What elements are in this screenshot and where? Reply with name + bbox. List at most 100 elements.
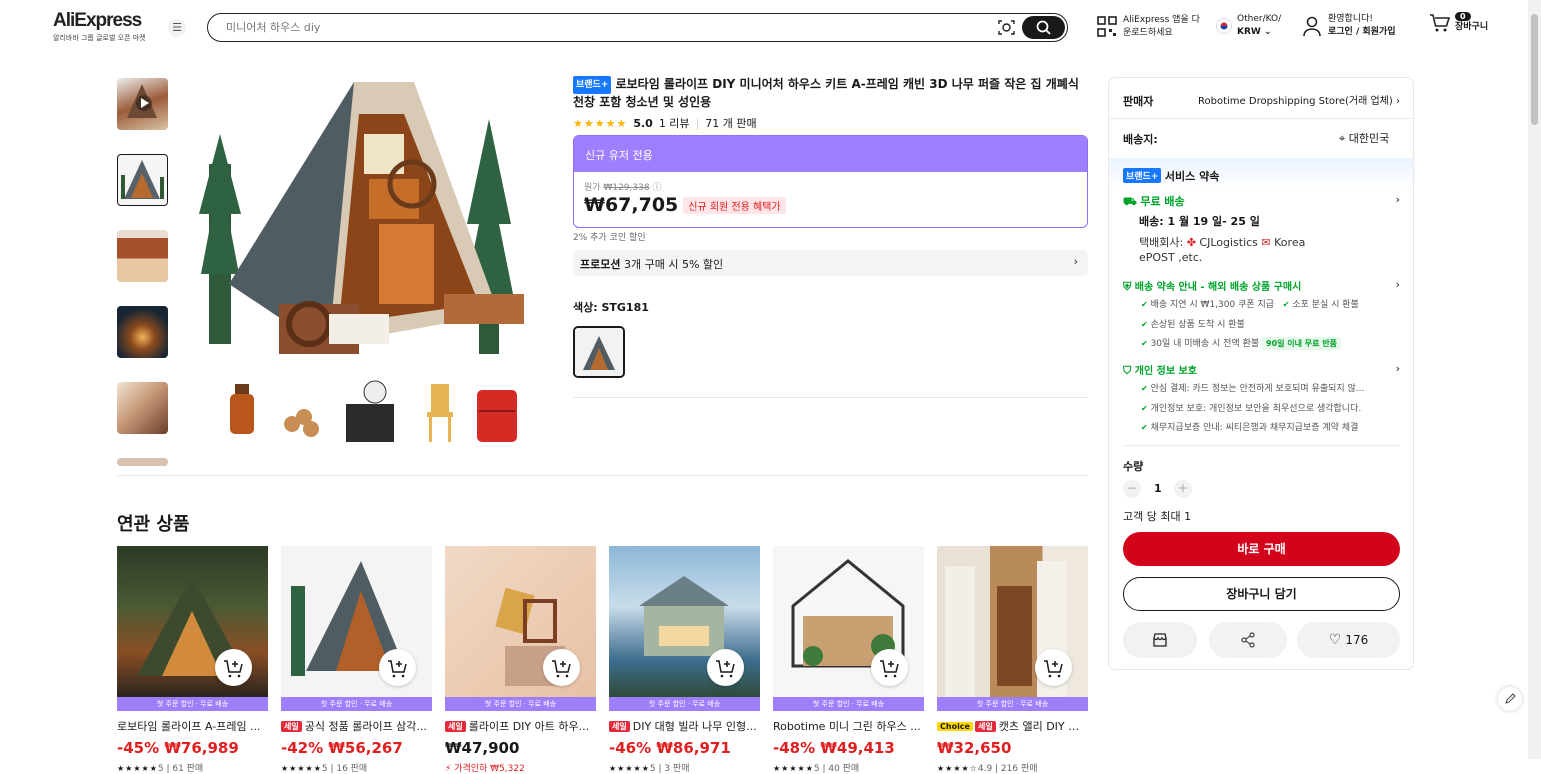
related-heading: 연관 상품 <box>117 514 190 535</box>
promo-strip: 첫 주문 할인 · 무료 배송 <box>937 697 1088 711</box>
card-price: ₩47,900 <box>445 739 520 757</box>
coin-discount: 2% 추가 코인 할인 <box>573 233 646 243</box>
search-input[interactable] <box>226 19 946 36</box>
add-to-cart-icon[interactable] <box>1035 649 1072 686</box>
product-image <box>117 546 268 697</box>
card-title[interactable]: Robotime 미니 그린 하우스 ... <box>773 718 924 734</box>
gallery-thumb-4[interactable] <box>117 306 168 358</box>
current-price: ₩67,705 <box>584 194 679 216</box>
seller-link[interactable]: Robotime Dropshipping Store(거래 업체) › <box>1184 92 1400 107</box>
promotion-row[interactable]: 프로모션 3개 구매 시 5% 할인 › <box>573 250 1088 276</box>
gallery-thumb-video[interactable] <box>117 78 168 130</box>
promise-title: 배송 약속 안내 - 해외 배송 상품 구매시 <box>1134 282 1302 293</box>
gallery-thumb-5[interactable] <box>117 382 168 434</box>
main-product-image[interactable] <box>199 74 539 452</box>
aliexpress-logo[interactable]: AliExpress 알리바바 그룹 글로벌 오픈 마켓 <box>53 10 146 43</box>
edit-icon[interactable] <box>1498 687 1522 711</box>
card-title[interactable]: 공식 정품 롤라이프 삼각... <box>305 720 427 733</box>
promo-strip: 첫 주문 할인 · 무료 배송 <box>281 697 432 711</box>
rating-stars-icon: ★★★★★ <box>573 116 628 130</box>
app-download[interactable]: AliExpress 앱을 다운로드하세요 <box>1097 14 1200 40</box>
logo-text: AliExpress <box>53 10 142 31</box>
qty-decrease-button[interactable]: − <box>1123 480 1141 498</box>
qty-increase-button[interactable]: + <box>1174 480 1192 498</box>
login-link[interactable]: 로그인 / 회원가입 <box>1328 26 1396 39</box>
ship-destination[interactable]: ⌖ 대한민국 <box>1339 130 1389 146</box>
cart-button[interactable]: 0 장바구니 <box>1429 12 1488 34</box>
color-label: 색상: STG181 <box>573 301 649 314</box>
info-icon[interactable]: ⓘ <box>652 183 661 193</box>
gallery-thumb-selected[interactable] <box>117 154 168 206</box>
chevron-right-icon: › <box>1395 362 1400 375</box>
new-member-badge: 신규 회원 전용 혜택가 <box>683 196 786 214</box>
card-meta: 4.9 | 216 판매 <box>977 764 1038 774</box>
related-card[interactable]: 첫 주문 할인 · 무료 배송 세일 DIY 대형 빌라 나무 인형... -46… <box>609 546 760 774</box>
qty-label: 수량 <box>1123 460 1144 473</box>
account-menu[interactable]: 환영합니다! 로그인 / 회원가입 <box>1302 13 1396 39</box>
buy-now-button[interactable]: 바로 구매 <box>1123 532 1400 566</box>
privacy-row[interactable]: ⛉ 개인 정보 보호 › <box>1123 362 1400 378</box>
add-to-cart-icon[interactable] <box>543 649 580 686</box>
card-price: ₩76,989 <box>164 739 239 757</box>
qty-limit: 고객 당 최대 1 <box>1123 510 1192 523</box>
sale-badge: 세일 <box>974 721 996 732</box>
promise-3: 손상된 상품 도착 시 환불 <box>1150 320 1245 330</box>
heart-icon: ♡ <box>1328 632 1342 648</box>
scrollbar-thumb[interactable] <box>1531 14 1538 125</box>
check-icon: ✔ <box>1282 300 1290 309</box>
price-box: 신규 유저 전용 원가 ₩129,338 ⓘ ₩67,705 신규 회원 전용 혜… <box>573 135 1088 228</box>
store-button[interactable] <box>1123 622 1197 658</box>
wishlist-count: 176 <box>1345 633 1369 647</box>
menu-icon[interactable]: ☰ <box>168 19 186 37</box>
free-shipping-row[interactable]: ⛟ 무료 배송 › <box>1123 193 1400 210</box>
image-search-icon[interactable] <box>998 19 1015 36</box>
scrollbar[interactable] <box>1528 0 1541 759</box>
chevron-right-icon: › <box>1396 96 1400 107</box>
gallery-thumb-6[interactable] <box>117 458 168 466</box>
card-price: ₩86,971 <box>656 739 731 757</box>
wishlist-button[interactable]: ♡ 176 <box>1297 622 1400 658</box>
add-to-cart-icon[interactable] <box>871 649 908 686</box>
share-button[interactable] <box>1209 622 1287 658</box>
promo-strip: 첫 주문 할인 · 무료 배송 <box>773 697 924 711</box>
related-card[interactable]: 첫 주문 할인 · 무료 배송 Choice 세일 캣츠 앨리 DIY 미... ₩… <box>937 546 1088 774</box>
rating-stars-icon: ★★★★★ <box>609 764 650 773</box>
card-title[interactable]: 로보타임 롤라이프 A-프레임 ... <box>117 718 268 734</box>
fridge-item <box>477 390 517 442</box>
rating-stars-icon: ★★★★★ <box>117 764 158 773</box>
delivery-promise-row[interactable]: ⛨ 배송 약속 안내 - 해외 배송 상품 구매시 › <box>1123 278 1400 294</box>
card-title[interactable]: DIY 대형 빌라 나무 인형... <box>633 720 757 733</box>
related-card[interactable]: 첫 주문 할인 · 무료 배송 세일 공식 정품 롤라이프 삼각... -42% … <box>281 546 432 774</box>
cart-label: 장바구니 <box>1455 21 1489 32</box>
related-card[interactable]: 첫 주문 할인 · 무료 배송 로보타임 롤라이프 A-프레임 ... -45%… <box>117 546 268 774</box>
card-discount: -48% <box>773 739 816 757</box>
product-image <box>773 546 924 697</box>
add-to-cart-icon[interactable] <box>215 649 252 686</box>
qty-value[interactable]: 1 <box>1154 482 1162 495</box>
review-count[interactable]: 1 리뷰 <box>659 115 690 131</box>
app-line2: 운로드하세요 <box>1123 28 1173 38</box>
language-currency[interactable]: Other/KO/KRW ⌄ <box>1216 13 1281 39</box>
divider <box>1123 445 1400 446</box>
user-icon <box>1303 16 1321 37</box>
purchase-sidebar: 판매자 Robotime Dropshipping Store(거래 업체) ›… <box>1108 77 1414 670</box>
add-to-cart-icon[interactable] <box>379 649 416 686</box>
card-discount: -42% <box>281 739 324 757</box>
search-button[interactable] <box>1022 16 1065 39</box>
related-card[interactable]: 첫 주문 할인 · 무료 배송 Robotime 미니 그린 하우스 ... -… <box>773 546 924 774</box>
seller-name: Robotime Dropshipping Store(거래 업체) <box>1198 96 1393 107</box>
promo-text: 3개 구매 시 5% 할인 <box>623 258 724 271</box>
card-title[interactable]: 롤라이프 DIY 아트 하우... <box>469 720 589 733</box>
card-title[interactable]: 캣츠 앨리 DIY 미... <box>999 720 1088 733</box>
add-to-cart-button[interactable]: 장바구니 담기 <box>1123 577 1400 611</box>
add-to-cart-icon[interactable] <box>707 649 744 686</box>
card-price: ₩56,267 <box>328 739 403 757</box>
product-image <box>609 546 760 697</box>
related-card[interactable]: 첫 주문 할인 · 무료 배송 세일 롤라이프 DIY 아트 하우... ₩47,… <box>445 546 596 774</box>
check-icon: ✔ <box>1141 404 1148 413</box>
gallery-thumb-3[interactable] <box>117 230 168 282</box>
app-line1: AliExpress 앱을 다 <box>1123 15 1200 25</box>
color-swatch-stg181[interactable] <box>573 326 625 378</box>
check-icon: ✔ <box>1141 320 1148 329</box>
card-discount: -46% <box>609 739 652 757</box>
